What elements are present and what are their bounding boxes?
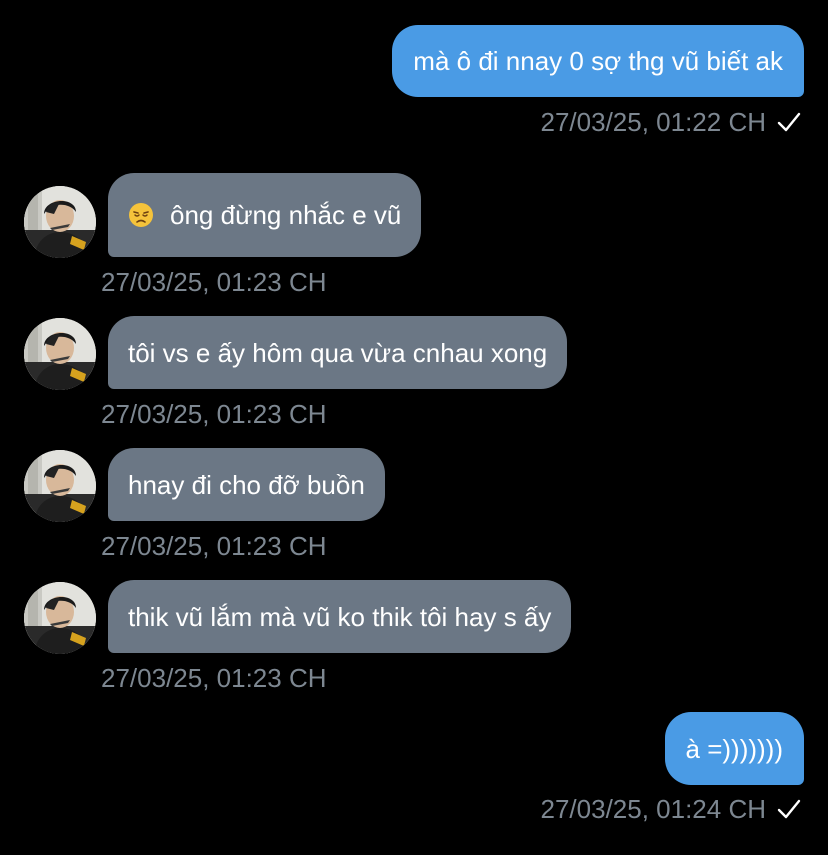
outgoing-message-bubble[interactable]: mà ô đi nnay 0 sợ thg vũ biết ak [392,25,804,97]
message-text: hnay đi cho đỡ buồn [128,469,365,500]
message-timestamp: 27/03/25, 01:23 CH [101,399,327,429]
sent-check-icon [776,798,802,820]
message-timestamp: 27/03/25, 01:24 CH [541,794,803,824]
message-text: à =))))))) [685,733,783,764]
incoming-message-bubble[interactable]: hnay đi cho đỡ buồn [108,448,385,521]
message-text: tôi vs e ấy hôm qua vừa cnhau xong [128,337,548,368]
outgoing-message-bubble[interactable]: à =))))))) [664,712,804,785]
sender-avatar[interactable] [24,450,96,522]
message-text: ông đừng nhắc e vũ [170,200,402,230]
incoming-message-bubble[interactable]: ông đừng nhắc e vũ [108,173,422,257]
message-text: mà ô đi nnay 0 sợ thg vũ biết ak [413,46,783,76]
chat-thread: mà ô đi nnay 0 sợ thg vũ biết ak 27/03/2… [0,0,828,855]
sender-avatar[interactable] [24,186,96,258]
incoming-message-bubble[interactable]: tôi vs e ấy hôm qua vừa cnhau xong [108,316,568,389]
sent-check-icon [776,111,802,133]
disappointed-face-icon [129,203,153,227]
message-timestamp: 27/03/25, 01:23 CH [101,531,327,561]
sender-avatar[interactable] [24,318,96,390]
sender-avatar[interactable] [24,582,96,654]
message-timestamp: 27/03/25, 01:22 CH [541,107,803,137]
message-timestamp: 27/03/25, 01:23 CH [101,663,327,693]
message-text: thik vũ lắm mà vũ ko thik tôi hay s ấy [128,601,552,632]
timestamp-text: 27/03/25, 01:22 CH [540,107,767,137]
incoming-message-bubble[interactable]: thik vũ lắm mà vũ ko thik tôi hay s ấy [108,580,572,653]
timestamp-text: 27/03/25, 01:24 CH [540,794,767,824]
message-timestamp: 27/03/25, 01:23 CH [101,267,327,297]
